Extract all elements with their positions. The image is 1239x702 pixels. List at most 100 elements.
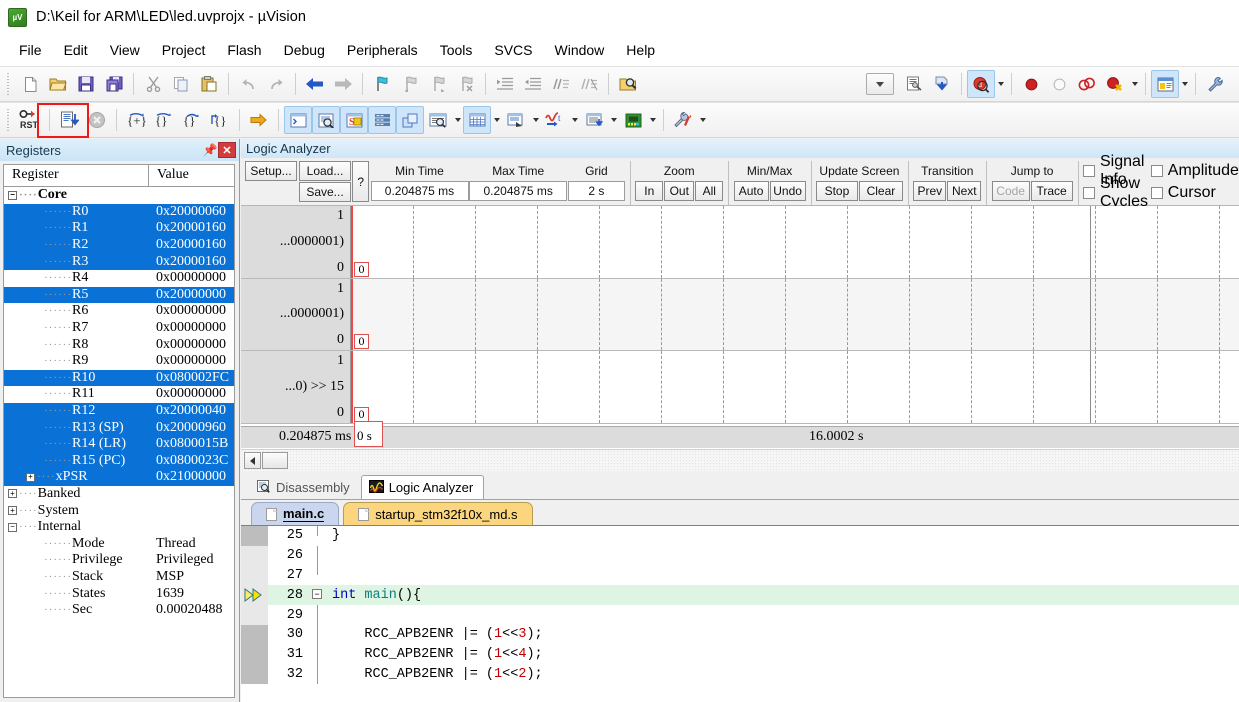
menu-view[interactable]: View [99, 38, 151, 62]
close-icon[interactable]: ✕ [218, 142, 236, 158]
signal-plot[interactable] [351, 351, 1239, 423]
breakpoint-gutter[interactable] [241, 585, 268, 606]
code-line[interactable]: 28− int main(){ [241, 585, 1239, 606]
bookmark-next-icon[interactable] [424, 70, 452, 98]
register-row[interactable]: + ····System [4, 502, 234, 519]
step-over-icon[interactable]: {} [150, 106, 178, 134]
scrollbar-thumb[interactable] [262, 452, 288, 469]
register-value[interactable]: Thread [156, 536, 196, 552]
watch-windows-icon[interactable] [424, 106, 452, 134]
signal-label-block[interactable]: 1 ...0000001) 0 [241, 206, 351, 278]
menu-help[interactable]: Help [615, 38, 666, 62]
register-row[interactable]: ······Stack MSP [4, 569, 234, 586]
tab-disassembly[interactable]: Disassembly [249, 475, 361, 499]
register-value[interactable]: Privileged [156, 552, 214, 568]
tab-logic-analyzer[interactable]: Logic Analyzer [360, 475, 485, 499]
zoom-all-button[interactable]: All [695, 181, 724, 201]
register-row[interactable]: ······R9 0x00000000 [4, 353, 234, 370]
register-value[interactable]: 0x0800023C [156, 453, 228, 469]
register-value[interactable]: 0x21000000 [156, 469, 226, 485]
code-line[interactable]: 29 [241, 605, 1239, 625]
disable-all-breakpoints-icon[interactable] [1101, 70, 1129, 98]
register-value[interactable]: 0x20000000 [156, 287, 226, 303]
menu-peripherals[interactable]: Peripherals [336, 38, 429, 62]
register-row[interactable]: ······R0 0x20000060 [4, 203, 234, 221]
outdent-icon[interactable] [519, 70, 547, 98]
toolbox-icon[interactable] [669, 106, 697, 134]
fold-column[interactable] [310, 605, 326, 625]
registers-window-icon[interactable] [368, 106, 396, 134]
project-window-dropdown[interactable] [1179, 70, 1190, 98]
register-row[interactable]: ······R8 0x00000000 [4, 336, 234, 353]
register-value[interactable]: 0x00000000 [156, 353, 226, 369]
register-row[interactable]: ······R5 0x20000000 [4, 286, 234, 304]
menu-tools[interactable]: Tools [429, 38, 484, 62]
register-value[interactable]: 0x00000000 [156, 303, 226, 319]
fold-column[interactable] [310, 664, 326, 685]
target-combo-dropdown[interactable] [866, 73, 894, 95]
show-next-statement-icon[interactable] [245, 106, 273, 134]
minmax-auto-button[interactable]: Auto [733, 181, 769, 201]
bookmark-clear-icon[interactable] [452, 70, 480, 98]
signal-lane[interactable]: 1 ...0000001) 0 0 [241, 206, 1239, 279]
new-file-icon[interactable] [16, 70, 44, 98]
bookmark-toggle-icon[interactable] [368, 70, 396, 98]
register-row[interactable]: − ····Core [4, 187, 234, 204]
toolbox-dropdown[interactable] [697, 106, 708, 134]
max-time-value[interactable]: 0.204875 ms [469, 181, 568, 201]
signal-lane[interactable]: 1 ...0) >> 15 0 0 [241, 351, 1239, 424]
register-row[interactable]: ······R14 (LR) 0x0800015B [4, 435, 234, 453]
grid-value[interactable]: 2 s [567, 181, 625, 201]
breakpoint-gutter[interactable] [241, 664, 268, 685]
register-value[interactable]: 0x20000160 [156, 254, 226, 270]
registers-tree[interactable]: Register Value − ····Core ······R0 0x200000… [3, 164, 235, 698]
paste-icon[interactable] [195, 70, 223, 98]
register-value[interactable]: 1639 [156, 586, 184, 602]
menu-project[interactable]: Project [151, 38, 217, 62]
register-value[interactable]: MSP [156, 569, 184, 585]
cut-icon[interactable] [139, 70, 167, 98]
register-row[interactable]: + ····xPSR 0x21000000 [4, 469, 234, 486]
code-editor[interactable]: 25} 26 27 28− int main(){29 30 RCC_APB2ENR… [241, 525, 1239, 702]
run-to-cursor-icon[interactable] [55, 106, 83, 134]
column-header-value[interactable]: Value [149, 165, 234, 186]
amplitude-checkbox[interactable] [1150, 165, 1163, 177]
menu-file[interactable]: File [8, 38, 53, 62]
register-value[interactable]: 0x20000160 [156, 220, 226, 236]
fold-column[interactable] [310, 624, 326, 645]
collapse-icon[interactable]: − [8, 190, 17, 200]
jump-to-trace-button[interactable]: Trace [1030, 181, 1073, 201]
start-stop-debug-icon[interactable]: d [967, 70, 995, 98]
breakpoint-gutter[interactable] [241, 605, 268, 625]
fold-collapse-icon[interactable]: − [312, 589, 322, 600]
register-value[interactable]: 0.00020488 [156, 602, 223, 618]
signal-info-checkbox[interactable] [1082, 165, 1095, 177]
trace-dropdown[interactable] [608, 106, 619, 134]
fold-column[interactable] [310, 644, 326, 665]
register-row[interactable]: ······R12 0x20000040 [4, 402, 234, 420]
code-line[interactable]: 32 RCC_APB2ENR |= (1<<2); [241, 664, 1239, 685]
setup-button[interactable]: Setup... [245, 161, 297, 181]
build-download-icon[interactable] [928, 70, 956, 98]
collapse-icon[interactable]: − [8, 522, 17, 532]
symbols-window-icon[interactable]: S [340, 106, 368, 134]
run-to-cursor-line-icon[interactable]: {} [206, 106, 234, 134]
system-viewer-dropdown[interactable] [647, 106, 658, 134]
undo-icon[interactable] [234, 70, 262, 98]
update-stop-button[interactable]: Stop [815, 181, 858, 201]
menu-window[interactable]: Window [544, 38, 616, 62]
signal-plot[interactable] [351, 278, 1239, 350]
uncomment-icon[interactable] [575, 70, 603, 98]
minmax-undo-button[interactable]: Undo [769, 181, 806, 201]
register-row[interactable]: + ····Banked [4, 486, 234, 503]
toolbar-grip[interactable] [4, 109, 13, 131]
waveform-horizontal-scrollbar[interactable] [241, 449, 1239, 471]
signal-label-block[interactable]: 1 ...0000001) 0 [241, 278, 351, 350]
system-viewer-icon[interactable] [619, 106, 647, 134]
insert-breakpoint-icon[interactable] [1017, 70, 1045, 98]
navigate-back-icon[interactable] [301, 70, 329, 98]
waveform-area[interactable]: 1 ...0000001) 0 0 1 ...0000001) 0 0 1 ...0) >> 15… [241, 206, 1239, 471]
signal-lane[interactable]: 1 ...0000001) 0 0 [241, 278, 1239, 351]
transition-prev-button[interactable]: Prev [913, 181, 947, 201]
configure-icon[interactable] [1201, 70, 1229, 98]
